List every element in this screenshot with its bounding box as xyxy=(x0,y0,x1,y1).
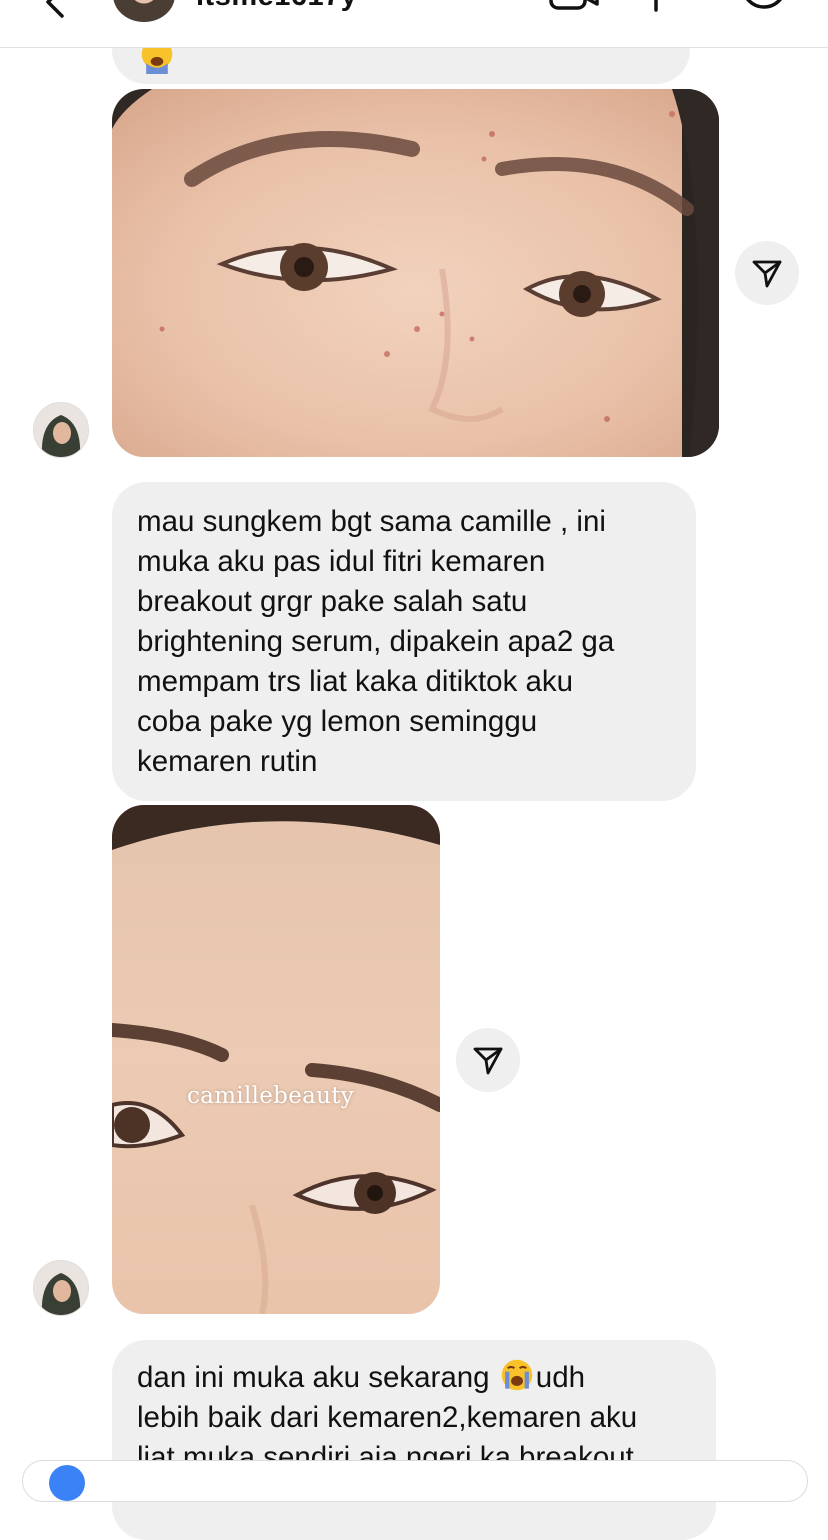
message-bubble-2[interactable]: dan ini muka aku sekarang udh lebih baik… xyxy=(112,1340,716,1540)
crying-emoji-icon xyxy=(501,1359,533,1391)
share-icon xyxy=(473,1047,503,1075)
message-text-2-start: dan ini muka aku sekarang xyxy=(137,1361,498,1394)
phone-icon[interactable] xyxy=(644,0,668,16)
share-photo-2-button[interactable] xyxy=(456,1028,520,1092)
sender-avatar-1[interactable] xyxy=(33,402,89,458)
sender-avatar-image xyxy=(34,1261,88,1315)
message-text-1: mau sungkem bgt sama camille , ini muka … xyxy=(137,505,615,778)
sender-avatar-2[interactable] xyxy=(33,1260,89,1316)
info-icon[interactable] xyxy=(740,0,788,16)
chat-username[interactable]: itsme1617y xyxy=(196,0,357,13)
message-composer[interactable] xyxy=(22,1460,808,1502)
photo-watermark: camillebeauty xyxy=(187,1083,355,1109)
sender-avatar-image xyxy=(34,403,88,457)
face-photo-2 xyxy=(112,805,440,1314)
header-avatar[interactable] xyxy=(113,0,175,22)
back-icon[interactable] xyxy=(36,0,76,22)
message-bubble-1[interactable]: mau sungkem bgt sama camille , ini muka … xyxy=(112,482,696,801)
chat-header: itsme1617y xyxy=(0,0,828,48)
share-photo-1-button[interactable] xyxy=(735,241,799,305)
message-photo-1[interactable] xyxy=(112,89,719,457)
camera-icon[interactable] xyxy=(49,1465,85,1501)
message-photo-2[interactable]: camillebeauty xyxy=(112,805,440,1314)
face-photo-1 xyxy=(112,89,719,457)
video-call-icon[interactable] xyxy=(548,0,600,16)
share-icon xyxy=(752,260,782,288)
